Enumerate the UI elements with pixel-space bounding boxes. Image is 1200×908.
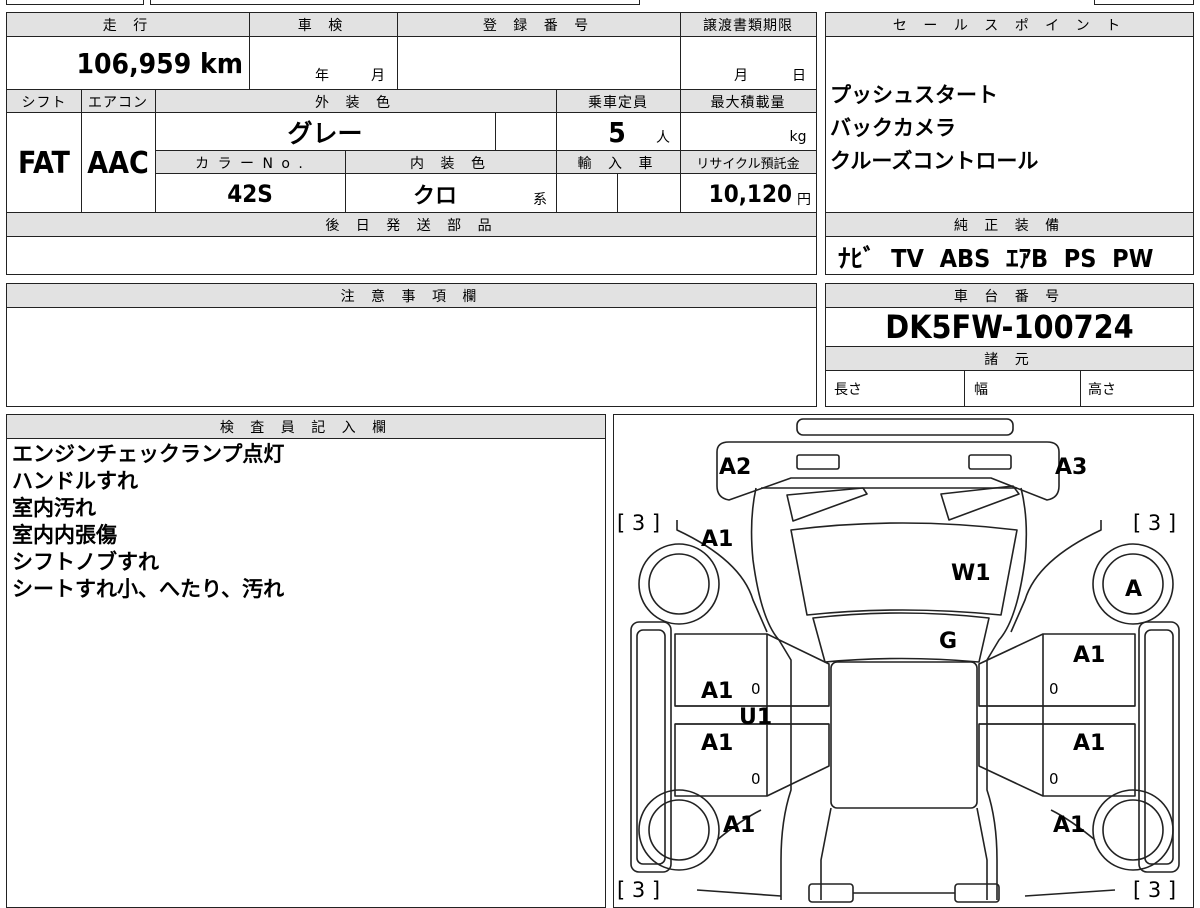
transfer-month: 月	[734, 68, 748, 84]
header-transfer-deadline: 譲渡書類期限	[680, 13, 816, 37]
car-diagram-panel: A2 A3 [ 3 ] [ 3 ] A1 W1 A G A1 A1 0 U1 0…	[613, 414, 1194, 908]
header-specifications: 諸 元	[826, 347, 1193, 370]
header-exterior-color: 外 装 色	[155, 90, 556, 113]
inspector-notes-list: エンジンチェックランプ点灯 ハンドルすれ 室内汚れ 室内内張傷 シフトノブすれ …	[12, 441, 284, 603]
damage-label: A2	[719, 455, 751, 480]
header-capacity: 乗車定員	[556, 90, 680, 113]
damage-label: A1	[1053, 813, 1085, 838]
damage-label: 0	[751, 680, 761, 698]
header-notes: 注 意 事 項 欄	[7, 284, 816, 308]
capacity-unit: 人	[656, 130, 670, 146]
spec-height: 高さ	[1088, 382, 1116, 398]
inspection-month: 月	[371, 68, 385, 84]
notes-panel: 注 意 事 項 欄	[6, 283, 817, 407]
header-color-no: カ ラ ー N o .	[155, 151, 345, 174]
spec-width: 幅	[974, 382, 988, 398]
transfer-day: 日	[792, 68, 806, 84]
inspector-note: シフトノブすれ	[12, 550, 159, 574]
damage-label: A1	[1073, 731, 1105, 756]
header-inspection: 車 検	[249, 13, 397, 37]
header-shift: シフト	[7, 90, 81, 113]
equipment-item: ﾅﾋﾞ	[838, 244, 876, 273]
equipment-item: TV	[891, 244, 924, 273]
shift-value: FAT	[18, 145, 70, 181]
damage-label: A1	[701, 731, 733, 756]
mileage-unit: km	[200, 46, 243, 80]
interior-color-suffix: 系	[533, 192, 547, 208]
damage-label: A1	[701, 679, 733, 704]
chassis-number: DK5FW-100724	[885, 308, 1134, 346]
damage-label: [ 3 ]	[1133, 511, 1176, 535]
chassis-panel: 車 台 番 号 DK5FW-100724 諸 元 長さ 幅 高さ	[825, 283, 1194, 407]
recycle-unit: 円	[797, 192, 811, 208]
damage-label: W1	[951, 561, 991, 586]
damage-label: 0	[1049, 680, 1059, 698]
top-remnant-right	[1094, 0, 1194, 5]
header-aircon: エアコン	[81, 90, 155, 113]
header-registration: 登 録 番 号	[397, 13, 680, 37]
damage-label: U1	[739, 705, 772, 730]
inspector-note: エンジンチェックランプ点灯	[12, 442, 285, 466]
sales-point: クルーズコントロール	[830, 149, 1039, 173]
damage-label: [ 3 ]	[617, 511, 660, 535]
sales-point: プッシュスタート	[830, 83, 998, 107]
equipment-item: PS	[1063, 244, 1097, 273]
mileage-value: 106,959 km	[7, 37, 249, 89]
color-no-value: 42S	[227, 179, 273, 208]
header-sales-points: セ ー ル ス ポ イ ン ト	[826, 13, 1193, 37]
damage-label: A1	[701, 527, 733, 552]
top-remnant-mid	[150, 0, 640, 5]
sales-point: バックカメラ	[830, 116, 956, 140]
inspector-panel: 検 査 員 記 入 欄 エンジンチェックランプ点灯 ハンドルすれ 室内汚れ 室内…	[6, 414, 606, 908]
header-mileage: 走 行	[7, 13, 249, 37]
damage-label: A3	[1055, 455, 1087, 480]
sales-points-list: プッシュスタート バックカメラ クルーズコントロール	[830, 79, 1038, 178]
equipment-item: ｴｱB	[1006, 244, 1049, 273]
mileage-number: 106,959	[76, 46, 192, 80]
damage-label: 0	[1049, 770, 1059, 788]
exterior-color-value: グレー	[287, 119, 363, 148]
header-max-load: 最大積載量	[680, 90, 816, 113]
header-standard-equipment: 純 正 装 備	[826, 213, 1193, 237]
interior-color-value: クロ	[412, 183, 457, 209]
equipment-item: ABS	[939, 244, 991, 273]
damage-label: [ 3 ]	[1133, 878, 1176, 902]
header-interior-color: 内 装 色	[345, 151, 556, 174]
aircon-value: AAC	[87, 145, 149, 181]
damage-label: A1	[1073, 643, 1105, 668]
equipment-item: PW	[1112, 244, 1154, 273]
inspector-note: 室内汚れ	[12, 496, 96, 520]
damage-label: 0	[751, 770, 761, 788]
vehicle-info-table: 走 行 車 検 登 録 番 号 譲渡書類期限 106,959 km 年 月 月 …	[6, 12, 817, 275]
header-later-shipment: 後 日 発 送 部 品	[7, 213, 816, 237]
header-recycle-deposit: リサイクル預託金	[680, 151, 816, 174]
sales-points-panel: セ ー ル ス ポ イ ン ト プッシュスタート バックカメラ クルーズコントロ…	[825, 12, 1194, 275]
header-chassis-number: 車 台 番 号	[826, 284, 1193, 308]
damage-label: A1	[723, 813, 755, 838]
load-unit: kg	[789, 129, 807, 145]
inspector-note: 室内内張傷	[12, 523, 117, 547]
damage-label: G	[939, 629, 957, 654]
car-diagram-labels: A2 A3 [ 3 ] [ 3 ] A1 W1 A G A1 A1 0 U1 0…	[617, 455, 1176, 902]
equipment-list: ﾅﾋﾞ TV ABS ｴｱB PS PW	[838, 239, 1153, 275]
spec-length: 長さ	[834, 382, 862, 398]
damage-label: A	[1125, 577, 1142, 602]
header-imported: 輸 入 車	[556, 151, 680, 174]
recycle-value: 10,120	[708, 179, 792, 208]
inspection-year: 年	[315, 68, 329, 84]
inspector-note: ハンドルすれ	[12, 469, 138, 493]
capacity-value: 5	[608, 115, 626, 149]
damage-label: [ 3 ]	[617, 878, 660, 902]
top-remnant-left	[6, 0, 144, 5]
header-inspector-notes: 検 査 員 記 入 欄	[7, 415, 605, 439]
inspector-note: シートすれ小、へたり、汚れ	[12, 577, 285, 601]
